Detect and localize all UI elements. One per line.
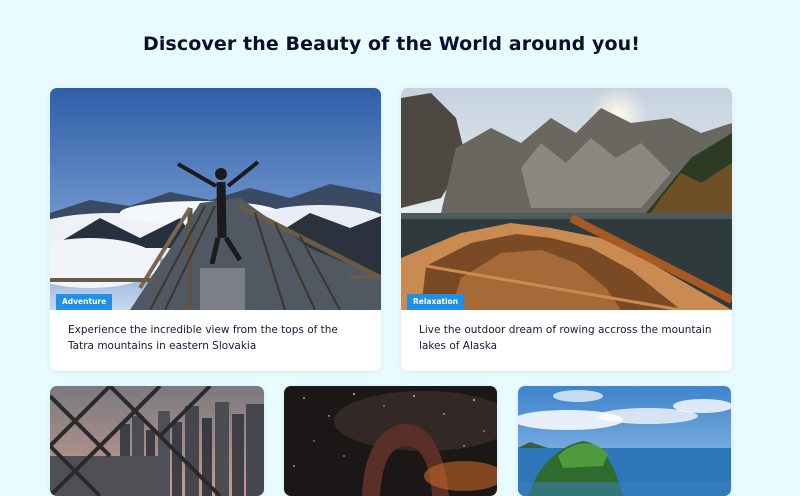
destination-card-night-sky[interactable]: [284, 386, 497, 496]
card-image-coast: [518, 386, 731, 496]
destination-card-coast[interactable]: [518, 386, 731, 496]
category-badge: Adventure: [56, 294, 113, 310]
destination-card-alaska[interactable]: Relaxation Live the outdoor dream of row…: [401, 88, 732, 371]
card-image-alaska: Relaxation: [401, 88, 732, 310]
card-description: Experience the incredible view from the …: [68, 324, 338, 352]
page: Discover the Beauty of the World around …: [0, 0, 800, 496]
page-title: Discover the Beauty of the World around …: [142, 33, 641, 55]
card-image-night-sky: [284, 386, 497, 496]
card-description: Live the outdoor dream of rowing accross…: [419, 324, 712, 352]
category-badge: Relaxation: [407, 294, 465, 310]
card-image-city: [50, 386, 264, 496]
destination-card-tatra[interactable]: Adventure Experience the incredible view…: [50, 88, 381, 371]
card-image-tatra: Adventure: [50, 88, 381, 310]
destination-card-city[interactable]: [50, 386, 264, 496]
